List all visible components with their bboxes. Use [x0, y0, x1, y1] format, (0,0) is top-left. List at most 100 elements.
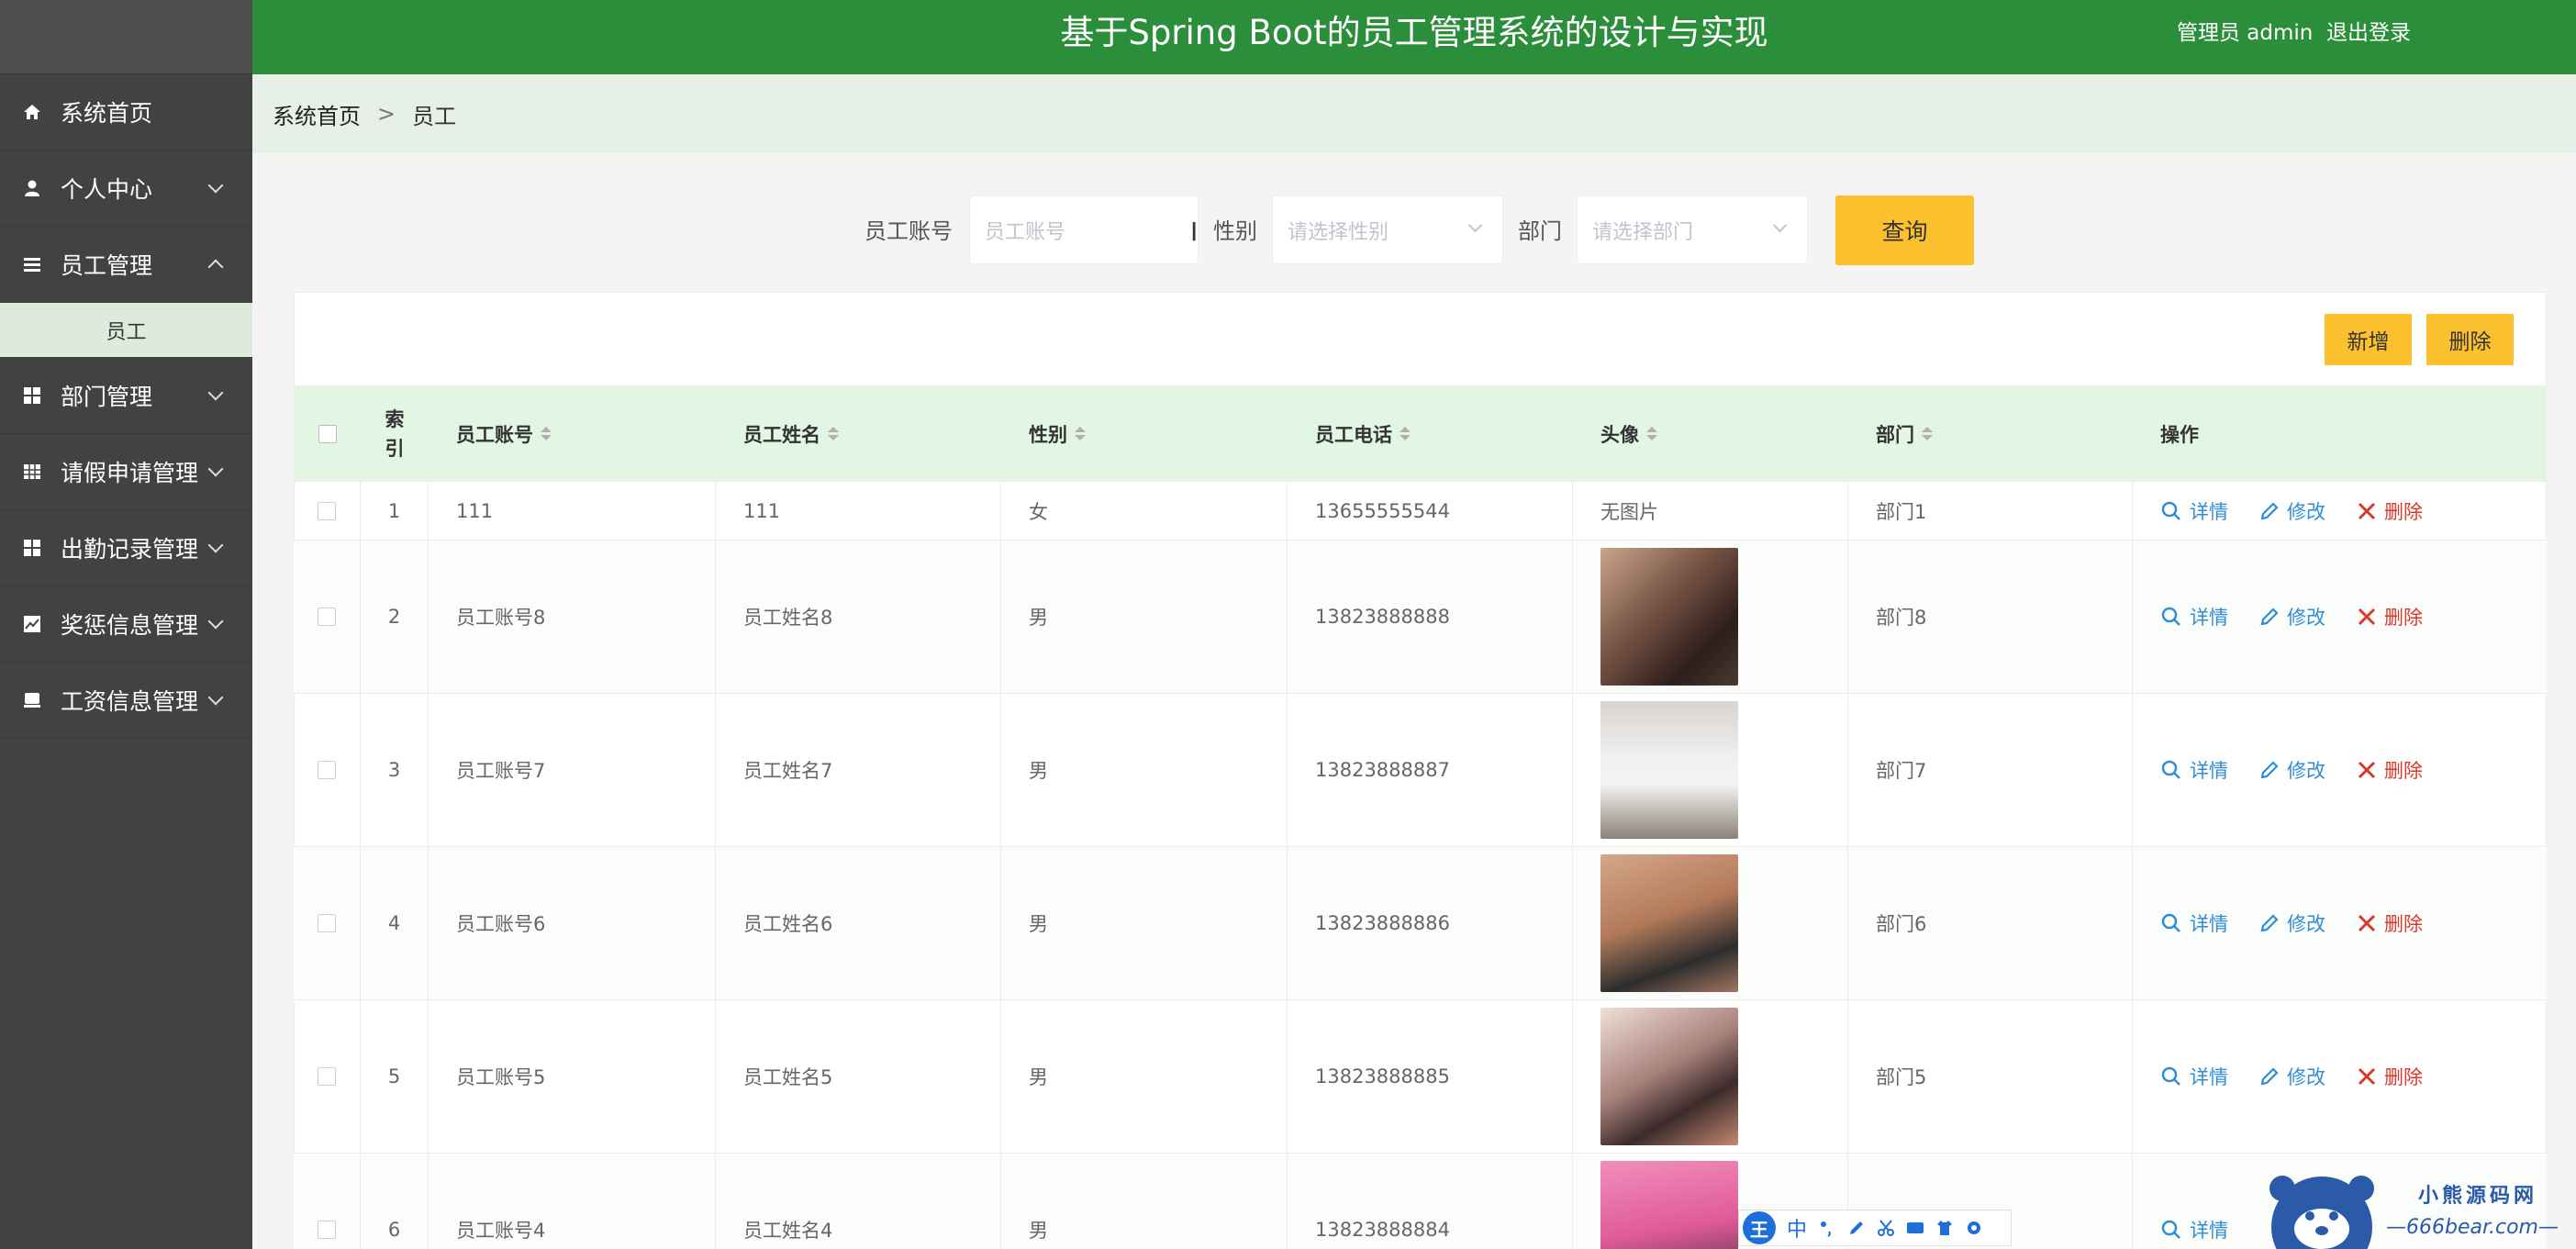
detail-button[interactable]: 详情	[2160, 603, 2228, 630]
sidebar-item-employee[interactable]: 员工管理	[0, 227, 252, 303]
employee-table: 索引 员工账号 员工姓名 性别 员工电话 头像 部门 操作 1 111 111 …	[294, 385, 2547, 1249]
dept-select[interactable]: 请选择部门	[1577, 195, 1808, 264]
delete-button[interactable]: 删除	[2357, 1063, 2423, 1090]
edit-button[interactable]: 修改	[2259, 909, 2325, 937]
table-row: 5 员工账号5 员工姓名5 男 13823888885 部门5 详情 修改 删除	[294, 1000, 2547, 1154]
sort-icon[interactable]	[1922, 427, 1933, 440]
breadcrumb-current: 员工	[412, 103, 457, 129]
ime-mode[interactable]: 中	[1787, 1213, 1807, 1243]
avatar[interactable]	[1600, 854, 1738, 992]
delete-button[interactable]: 删除	[2357, 756, 2423, 784]
keyboard-icon[interactable]	[1906, 1219, 1924, 1237]
gear-icon[interactable]	[1965, 1219, 1983, 1237]
search-icon	[2161, 913, 2180, 932]
sidebar-item-label: 奖惩信息管理	[61, 612, 199, 639]
row-checkbox[interactable]	[318, 761, 336, 779]
row-dept: 部门8	[1848, 541, 2133, 693]
select-all-checkbox[interactable]	[318, 424, 337, 443]
sort-icon[interactable]	[1400, 427, 1411, 440]
gender-header[interactable]: 性别	[1001, 385, 1288, 482]
avatar[interactable]	[1600, 701, 1738, 839]
phone-header[interactable]: 员工电话	[1288, 385, 1573, 482]
sidebar-subitem-employee[interactable]: 员工	[0, 303, 252, 358]
edit-button[interactable]: 修改	[2259, 603, 2325, 630]
row-checkbox[interactable]	[318, 501, 336, 520]
chevron-down-icon	[207, 689, 224, 706]
sidebar-item-leave[interactable]: 请假申请管理	[0, 434, 252, 510]
sort-icon[interactable]	[828, 427, 839, 440]
detail-button[interactable]: 详情	[2160, 497, 2228, 525]
shirt-icon[interactable]	[1935, 1219, 1954, 1237]
row-phone: 13823888886	[1288, 847, 1573, 999]
table-icon	[22, 462, 42, 482]
ime-toolbar[interactable]: 王 中	[1738, 1210, 2012, 1246]
delete-button[interactable]: 删除	[2357, 909, 2423, 937]
dept-header[interactable]: 部门	[1848, 385, 2133, 482]
sidebar-item-department[interactable]: 部门管理	[0, 358, 252, 434]
row-index: 1	[361, 482, 429, 540]
sort-icon[interactable]	[1646, 427, 1657, 440]
list-icon	[22, 254, 42, 274]
sidebar-item-label: 工资信息管理	[61, 688, 199, 715]
row-checkbox[interactable]	[318, 914, 336, 932]
row-name: 111	[716, 482, 1001, 540]
delete-button[interactable]: 删除	[2357, 603, 2423, 630]
avatar[interactable]	[1600, 1008, 1738, 1145]
sort-icon[interactable]	[541, 427, 552, 440]
table-header: 索引 员工账号 员工姓名 性别 员工电话 头像 部门 操作	[294, 385, 2547, 482]
detail-button[interactable]: 详情	[2160, 1216, 2228, 1243]
close-icon	[2358, 608, 2376, 626]
text-cursor-icon: I	[1190, 217, 1199, 247]
edit-button[interactable]: 修改	[2259, 497, 2325, 525]
gender-select[interactable]: 请选择性别	[1272, 195, 1503, 264]
sidebar-item-attendance[interactable]: 出勤记录管理	[0, 510, 252, 586]
chevron-down-icon	[207, 461, 224, 477]
batch-delete-button[interactable]: 删除	[2426, 314, 2514, 365]
avatar[interactable]	[1600, 548, 1738, 686]
delete-button[interactable]: 删除	[2357, 497, 2423, 525]
row-checkbox[interactable]	[318, 1221, 336, 1239]
edit-button[interactable]: 修改	[2259, 756, 2325, 784]
punctuation-icon[interactable]	[1818, 1219, 1836, 1237]
chart-icon	[22, 614, 42, 634]
breadcrumb-home[interactable]: 系统首页	[273, 98, 361, 130]
gender-label: 性别	[1213, 218, 1257, 244]
row-dept: 部门6	[1848, 847, 2133, 999]
close-icon	[2358, 1067, 2376, 1086]
sidebar-item-profile[interactable]: 个人中心	[0, 151, 252, 227]
bear-logo-icon	[2269, 1176, 2374, 1249]
add-button[interactable]: 新增	[2325, 314, 2412, 365]
row-gender: 女	[1001, 482, 1288, 540]
row-phone: 13823888888	[1288, 541, 1573, 693]
row-account: 员工账号5	[429, 1000, 716, 1153]
row-checkbox[interactable]	[318, 1067, 336, 1086]
sidebar-item-home[interactable]: 系统首页	[0, 74, 252, 151]
sidebar-top	[0, 0, 252, 74]
sidebar-item-salary[interactable]: 工资信息管理	[0, 663, 252, 739]
row-account: 员工账号8	[429, 541, 716, 693]
account-search-input[interactable]: 员工账号 I	[969, 195, 1199, 264]
sidebar-item-rewards[interactable]: 奖惩信息管理	[0, 586, 252, 663]
dept-header-label: 部门	[1876, 423, 1914, 446]
query-button[interactable]: 查询	[1835, 195, 1974, 265]
ime-logo-icon[interactable]: 王	[1743, 1211, 1776, 1244]
account-header[interactable]: 员工账号	[429, 385, 716, 482]
logout-link[interactable]: 退出登录	[2326, 15, 2411, 46]
search-icon	[2161, 760, 2180, 779]
detail-button[interactable]: 详情	[2160, 909, 2228, 937]
edit-button[interactable]: 修改	[2259, 1063, 2325, 1090]
select-all-cell	[294, 385, 361, 482]
pen-icon[interactable]	[1847, 1219, 1866, 1237]
name-header[interactable]: 员工姓名	[716, 385, 1001, 482]
avatar-header[interactable]: 头像	[1573, 385, 1848, 482]
chevron-down-icon	[207, 177, 224, 194]
index-header-line1: 索	[385, 407, 405, 430]
detail-button[interactable]: 详情	[2160, 1063, 2228, 1090]
avatar[interactable]	[1600, 1161, 1738, 1249]
detail-button[interactable]: 详情	[2160, 756, 2228, 784]
row-index: 4	[361, 847, 429, 999]
row-checkbox[interactable]	[318, 608, 336, 626]
account-header-label: 员工账号	[456, 423, 533, 446]
scissors-icon[interactable]	[1877, 1219, 1895, 1237]
sort-icon[interactable]	[1075, 427, 1086, 440]
